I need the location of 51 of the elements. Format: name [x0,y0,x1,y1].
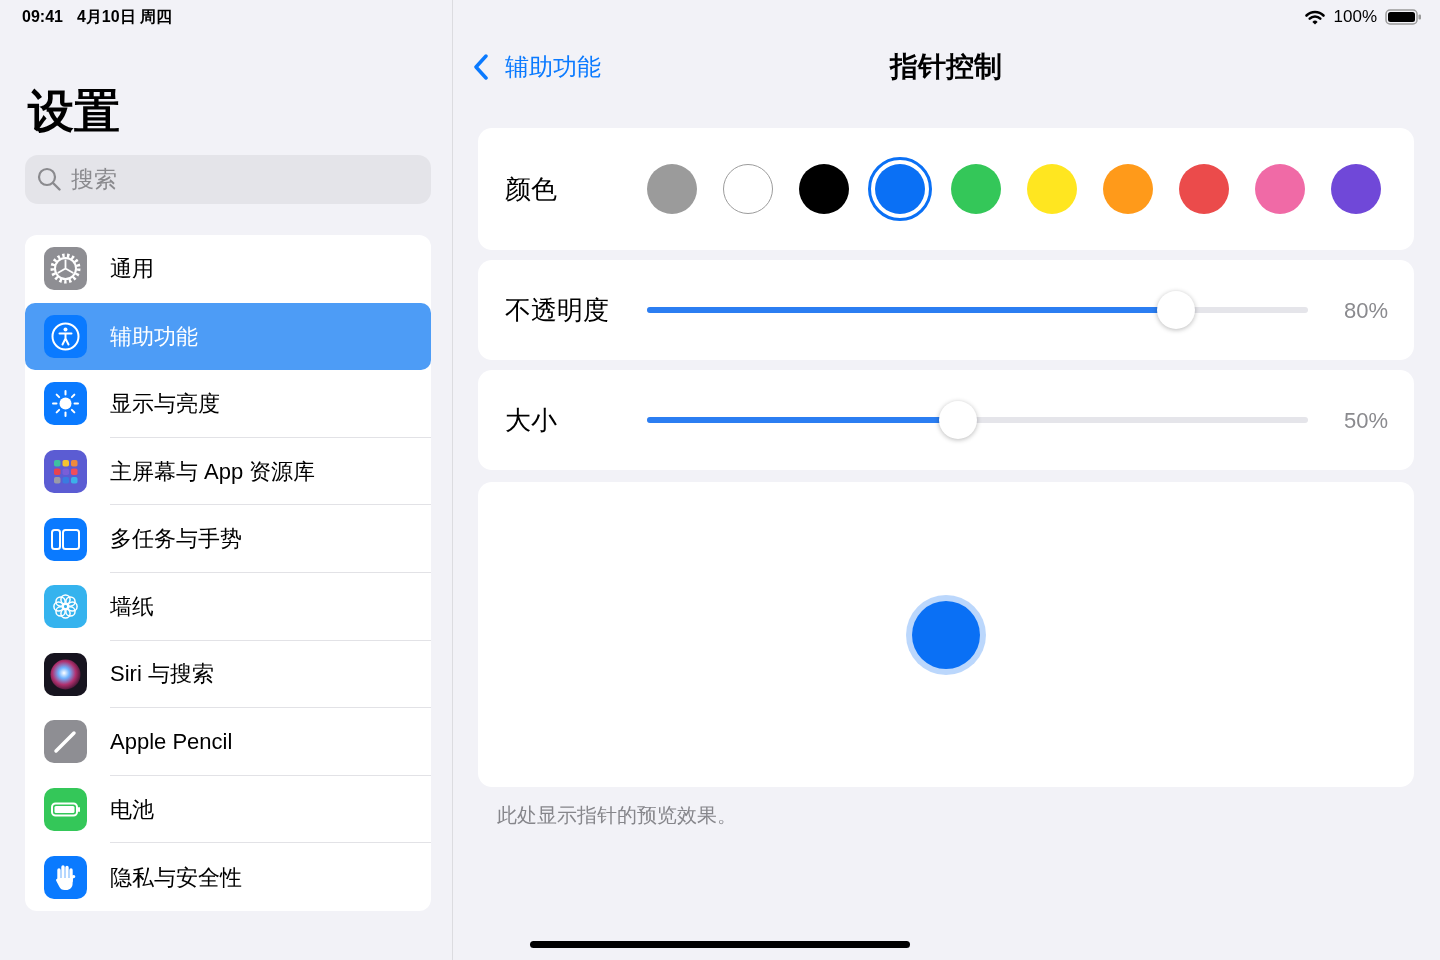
sidebar-item[interactable]: 通用 [25,235,431,303]
slider-value: 50% [1342,406,1388,435]
sidebar-item[interactable]: 主屏幕与 App 资源库 [25,437,431,506]
color-label: 颜色 [505,172,557,206]
pencil-icon [44,720,87,764]
preview-caption: 此处显示指针的预览效果。 [497,803,737,828]
color-swatch[interactable] [1103,164,1153,214]
sidebar-item[interactable]: 显示与亮度 [25,370,431,438]
hand-icon [44,855,87,899]
slider[interactable] [647,401,1308,439]
sidebar-item[interactable]: Siri 与搜索 [25,640,431,709]
flower-icon [44,585,87,629]
color-swatch[interactable] [1179,164,1229,214]
search-icon [37,167,61,191]
app-grid-icon [44,450,87,494]
split-screen-icon [44,517,87,561]
color-swatch[interactable] [1331,164,1381,214]
color-swatch[interactable] [799,164,849,214]
slider-thumb[interactable] [1156,291,1195,329]
sidebar-item[interactable]: 隐私与安全性 [25,843,431,911]
chevron-left-icon [473,54,489,80]
search-field[interactable]: 搜索 [25,155,431,204]
color-swatch[interactable] [951,164,1001,214]
color-swatch[interactable] [1027,164,1077,214]
back-button[interactable]: 辅助功能 [473,49,601,85]
color-swatch[interactable] [723,164,773,214]
sun-icon [44,382,87,426]
sidebar-item[interactable]: Apple Pencil [25,708,431,776]
status-date: 4月10日 周四 [76,6,173,27]
page-title: 指针控制 [890,50,1002,84]
battery-icon [44,788,87,832]
wifi-icon [1303,8,1326,25]
sidebar-item[interactable]: 多任务与手势 [25,505,431,573]
slider-label: 不透明度 [505,293,609,327]
accessibility-icon [44,314,87,358]
siri-orb-icon [44,652,87,696]
battery-percent: 100% [1333,5,1377,28]
sidebar-item[interactable]: 电池 [25,775,431,844]
pointer-dot-icon [905,593,987,676]
slider[interactable] [647,291,1308,329]
battery-icon [1385,8,1422,25]
slider-value: 80% [1342,296,1388,325]
slider-thumb[interactable] [938,401,977,439]
color-swatch[interactable] [868,157,932,221]
gear-icon [44,247,87,291]
sidebar-item[interactable]: 墙纸 [25,572,431,641]
slider-label: 大小 [505,403,557,437]
status-time: 09:41 [22,6,63,27]
sidebar-title: 设置 [28,84,120,139]
color-swatch[interactable] [1255,164,1305,214]
color-swatch[interactable] [647,164,697,214]
